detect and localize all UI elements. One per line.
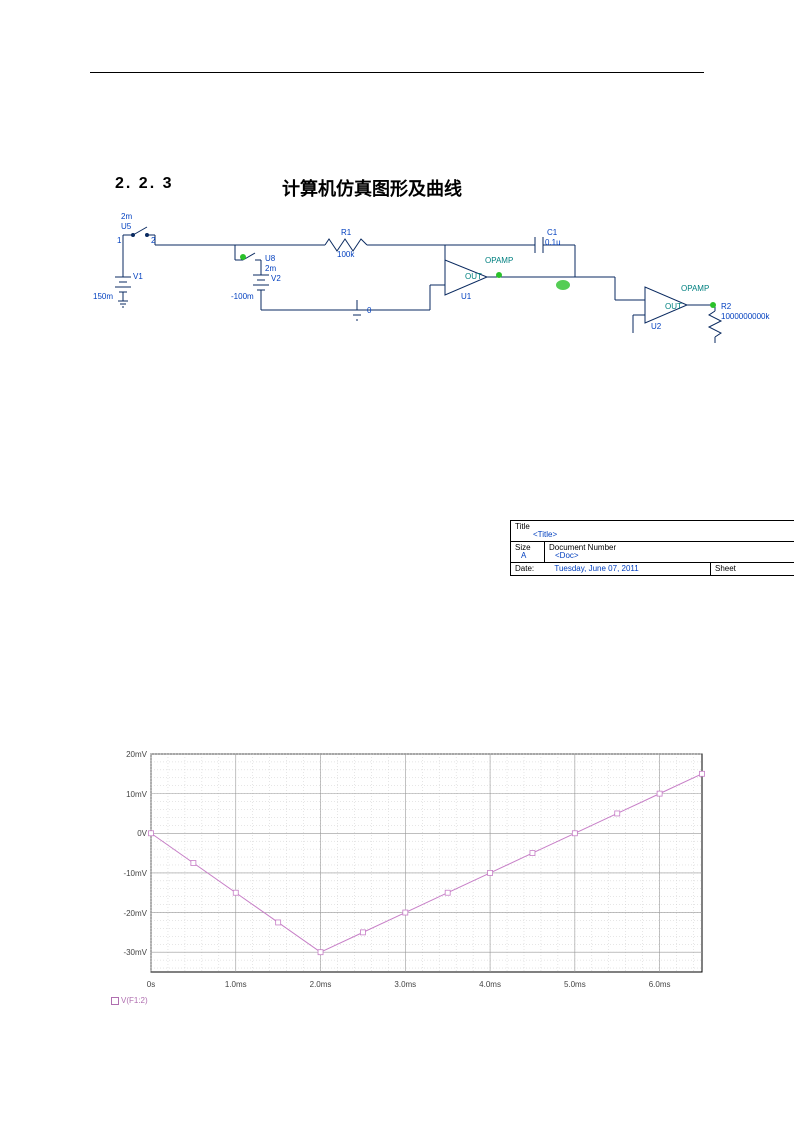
series-marker-icon (111, 997, 119, 1005)
x-tick-label: 2.0ms (301, 980, 341, 989)
label-v1: V1 (133, 273, 143, 281)
titleblock-sheet-key: Sheet (715, 564, 736, 573)
chart-svg (115, 748, 710, 980)
y-tick-label: -20mV (113, 909, 147, 918)
simulation-chart: 20mV 10mV 0V -10mV -20mV -30mV 0s 1.0ms 2.0ms 3.… (115, 748, 710, 1000)
label-out1: OUT (465, 273, 482, 281)
label-r1-val: 100k (337, 251, 354, 259)
label-c1-val: 0.1u (545, 239, 561, 247)
x-tick-label: 0s (131, 980, 171, 989)
titleblock-size-val: A (515, 551, 526, 560)
section-number: 2. 2. 3 (115, 175, 173, 193)
label-v2: V2 (271, 275, 281, 283)
label-u5: U5 (121, 223, 131, 231)
label-c1: C1 (547, 229, 557, 237)
y-tick-label: 10mV (113, 790, 147, 799)
label-v2-val: -100m (231, 293, 254, 301)
label-u5-1: 1 (117, 237, 121, 245)
y-tick-label: -30mV (113, 948, 147, 957)
titleblock-title-val: <Title> (515, 530, 557, 539)
label-u1: U1 (461, 293, 471, 301)
x-tick-label: 1.0ms (216, 980, 256, 989)
y-tick-label: 0V (113, 829, 147, 838)
x-tick-label: 4.0ms (470, 980, 510, 989)
label-u8-time: 2m (265, 265, 276, 273)
label-out2: OUT (665, 303, 682, 311)
label-v1-val: 150m (93, 293, 113, 301)
schematic-svg (115, 215, 765, 355)
label-u5-2: 2 (151, 237, 155, 245)
schematic: 2m U5 1 2 V1 150m U8 2m V2 -100m R1 100k… (115, 215, 765, 355)
titleblock-date-val: Tuesday, June 07, 2011 (536, 564, 638, 573)
label-u8: U8 (265, 255, 275, 263)
y-tick-label: -10mV (113, 869, 147, 878)
x-tick-label: 3.0ms (385, 980, 425, 989)
label-r1: R1 (341, 229, 351, 237)
section-title: 计算机仿真图形及曲线 (282, 175, 462, 201)
top-rule (90, 72, 704, 73)
label-u2: U2 (651, 323, 661, 331)
series-label: V(F1:2) (121, 996, 148, 1005)
titleblock-date-key: Date: (515, 564, 534, 573)
label-gnd: 0 (367, 307, 371, 315)
label-opamp2: OPAMP (681, 285, 709, 293)
x-tick-label: 5.0ms (555, 980, 595, 989)
titleblock-docnum-val: <Doc> (549, 551, 579, 560)
label-u5-time: 2m (121, 213, 132, 221)
x-tick-label: 6.0ms (640, 980, 680, 989)
title-block: Title <Title> Size A Document Number <Do… (510, 520, 794, 576)
label-r2-val: 1000000000k (721, 313, 770, 321)
y-tick-label: 20mV (113, 750, 147, 759)
label-r2: R2 (721, 303, 731, 311)
label-opamp1: OPAMP (485, 257, 513, 265)
